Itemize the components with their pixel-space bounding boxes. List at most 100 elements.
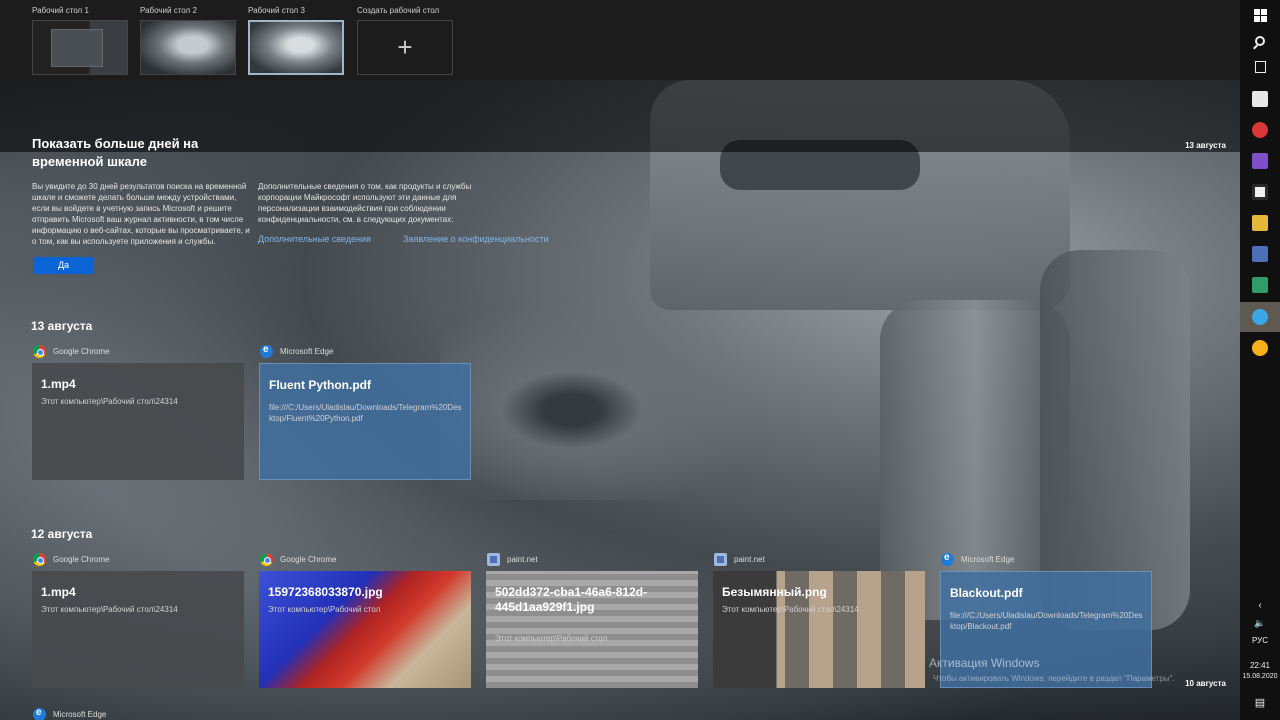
taskbar-app[interactable]: [1240, 177, 1280, 207]
search-icon: [1255, 36, 1265, 46]
taskbar-app[interactable]: [1240, 115, 1280, 145]
activation-watermark-text: Чтобы активировать Windows, перейдите в …: [933, 674, 1175, 683]
chevron-up-icon[interactable]: ‹: [1240, 600, 1280, 611]
card-title: 15972368033870.jpg: [268, 585, 383, 599]
card-app-label: Google Chrome: [260, 553, 336, 566]
banner-text-right: Дополнительные сведения о том, как проду…: [258, 182, 472, 224]
wallpaper-robot-body: [650, 80, 1070, 310]
app-name: Microsoft Edge: [280, 347, 334, 356]
card-title: Fluent Python.pdf: [269, 378, 371, 392]
activity-card[interactable]: Безымянный.png Этот компьютер\Рабочий ст…: [713, 571, 925, 688]
card-title: Безымянный.png: [722, 585, 827, 599]
new-desktop-label: Создать рабочий стол: [357, 6, 440, 15]
clock-date[interactable]: 15.08.2020: [1240, 673, 1280, 680]
desktop-thumbnail[interactable]: [140, 20, 236, 75]
card-subtitle: Этот компьютер\Рабочий стол: [268, 605, 381, 614]
app-icon: [1252, 277, 1268, 293]
chrome-icon: [260, 553, 273, 566]
card-app-label: Google Chrome: [33, 553, 109, 566]
wallpaper-robot-gun: [720, 140, 920, 190]
banner-text-left: Вы увидите до 30 дней результатов поиска…: [32, 182, 250, 246]
timeline-date-marker: 13 августа: [1185, 141, 1226, 150]
app-name: paint.net: [507, 555, 538, 564]
card-app-label: Microsoft Edge: [260, 344, 334, 358]
telegram-icon: [1252, 309, 1268, 325]
activation-watermark-title: Активация Windows: [929, 656, 1040, 670]
banner-title: Показать больше дней на временной шкале: [32, 136, 199, 169]
desktop-1[interactable]: Рабочий стол 1: [32, 6, 128, 75]
taskbar-app[interactable]: [1240, 84, 1280, 114]
desktop-thumbnail[interactable]: [32, 20, 128, 75]
card-title: 1.mp4: [41, 377, 76, 391]
desktop-label: Рабочий стол 2: [140, 6, 197, 15]
app-icon: [1252, 122, 1268, 138]
activity-card[interactable]: 15972368033870.jpg Этот компьютер\Рабочи…: [259, 571, 471, 688]
edge-icon: [941, 552, 954, 566]
desktop-3[interactable]: Рабочий стол 3: [248, 6, 344, 75]
app-name: Google Chrome: [53, 555, 110, 564]
card-app-label: Microsoft Edge: [33, 707, 107, 720]
clock-time[interactable]: 22:41: [1240, 661, 1280, 670]
card-subtitle: file:///C:/Users/Uladislau/Downloads/Tel…: [950, 611, 1143, 631]
app-name: Microsoft Edge: [53, 710, 107, 719]
card-app-label: Google Chrome: [33, 345, 109, 358]
app-icon: [1252, 91, 1268, 107]
timeline-date-marker: 10 августа: [1185, 679, 1226, 688]
yes-button[interactable]: Да: [33, 257, 94, 274]
more-info-link[interactable]: Дополнительные сведения: [258, 234, 371, 244]
app-icon: [1252, 184, 1268, 200]
card-subtitle: Этот компьютер\Рабочий стол\24314: [41, 605, 178, 614]
day-heading: 13 августа: [31, 319, 93, 333]
app-name: paint.net: [734, 555, 765, 564]
app-name: Google Chrome: [280, 555, 337, 564]
activity-card[interactable]: 502dd372-cba1-46a6-812d-445d1aa929f1.jpg…: [486, 571, 698, 688]
card-title: 502dd372-cba1-46a6-812d-445d1aa929f1.jpg: [495, 585, 648, 614]
activity-card[interactable]: 1.mp4 Этот компьютер\Рабочий стол\24314: [32, 363, 244, 480]
notifications-icon[interactable]: ▤: [1240, 696, 1280, 709]
card-subtitle: Этот компьютер\Рабочий стол\24314: [722, 605, 859, 614]
task-view-icon: [1254, 61, 1266, 73]
speaker-icon[interactable]: 🔈: [1240, 618, 1280, 629]
card-title: Blackout.pdf: [950, 586, 1023, 600]
app-icon: [1252, 246, 1268, 262]
virtual-desktops-bar: Рабочий стол 1 Рабочий стол 2 Рабочий ст…: [0, 0, 1240, 80]
activity-card[interactable]: Fluent Python.pdf file:///C:/Users/Uladi…: [259, 363, 471, 480]
app-name: Microsoft Edge: [961, 555, 1015, 564]
taskbar: ‹ 🔈 РУС 22:41 15.08.2020 ▤: [1240, 0, 1280, 720]
windows-start-icon: [1253, 8, 1267, 22]
activity-card[interactable]: 1.mp4 Этот компьютер\Рабочий стол\24314: [32, 571, 244, 688]
taskbar-app[interactable]: [1240, 239, 1280, 269]
card-subtitle: file:///C:/Users/Uladislau/Downloads/Tel…: [269, 403, 462, 423]
paint-net-icon: [714, 553, 727, 566]
edge-icon: [260, 344, 273, 358]
language-indicator[interactable]: РУС: [1240, 636, 1280, 645]
card-app-label: paint.net: [714, 553, 765, 566]
plus-icon[interactable]: +: [357, 20, 453, 75]
card-subtitle: Этот компьютер\Рабочий стол: [495, 634, 608, 643]
taskbar-app[interactable]: [1240, 208, 1280, 238]
visual-studio-icon: [1252, 153, 1268, 169]
desktop-label: Рабочий стол 1: [32, 6, 89, 15]
card-subtitle: Этот компьютер\Рабочий стол\24314: [41, 397, 178, 406]
task-view-button[interactable]: [1240, 52, 1280, 82]
taskbar-app[interactable]: [1240, 333, 1280, 363]
taskbar-app-active[interactable]: [1240, 302, 1280, 332]
desktop-2[interactable]: Рабочий стол 2: [140, 6, 236, 75]
card-app-label: Microsoft Edge: [941, 552, 1015, 566]
wallpaper-face: [440, 300, 770, 500]
app-icon: [1252, 340, 1268, 356]
chrome-icon: [33, 345, 46, 358]
privacy-link[interactable]: Заявление о конфиденциальности: [403, 234, 549, 244]
file-explorer-icon: [1252, 215, 1268, 231]
desktop-thumbnail[interactable]: [248, 20, 344, 75]
new-desktop[interactable]: Создать рабочий стол +: [357, 6, 453, 75]
chrome-icon: [33, 553, 46, 566]
card-title: 1.mp4: [41, 585, 76, 599]
edge-icon: [33, 707, 46, 720]
taskbar-app[interactable]: [1240, 270, 1280, 300]
taskbar-app[interactable]: [1240, 146, 1280, 176]
paint-net-icon: [487, 553, 500, 566]
desktop-label: Рабочий стол 3: [248, 6, 305, 15]
activity-card[interactable]: Blackout.pdf file:///C:/Users/Uladislau/…: [940, 571, 1152, 688]
app-name: Google Chrome: [53, 347, 110, 356]
